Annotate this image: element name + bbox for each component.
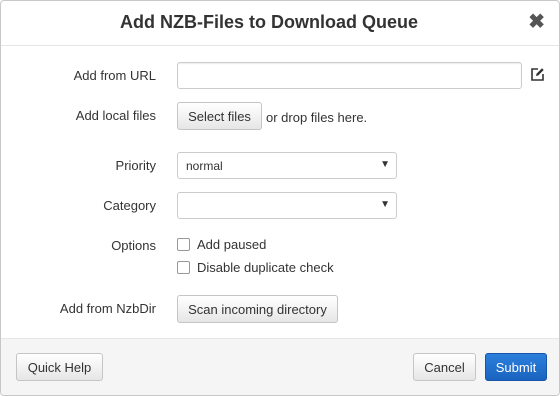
url-input[interactable]	[177, 62, 522, 89]
priority-value: normal	[186, 159, 223, 173]
category-select[interactable]: ▼	[177, 192, 397, 219]
disable-dup-label: Disable duplicate check	[197, 260, 334, 275]
priority-select[interactable]: normal ▼	[177, 152, 397, 179]
dialog-header: Add NZB-Files to Download Queue ✖	[1, 1, 559, 46]
scan-directory-button[interactable]: Scan incoming directory	[177, 295, 338, 323]
add-nzb-dialog: Add NZB-Files to Download Queue ✖ Add fr…	[0, 0, 560, 396]
disable-dup-checkbox[interactable]	[177, 261, 190, 274]
local-files-label: Add local files	[75, 108, 156, 123]
select-files-button[interactable]: Select files	[177, 102, 262, 130]
drop-hint: or drop files here.	[266, 110, 368, 125]
options-label: Options	[111, 238, 156, 253]
category-label: Category	[103, 198, 156, 213]
disable-dup-option[interactable]: Disable duplicate check	[177, 260, 334, 275]
dropdown-arrow-icon: ▼	[380, 199, 390, 210]
dropdown-arrow-icon: ▼	[380, 159, 390, 170]
edit-icon[interactable]	[530, 67, 545, 82]
submit-button[interactable]: Submit	[485, 353, 547, 381]
priority-label: Priority	[115, 158, 156, 173]
quick-help-button[interactable]: Quick Help	[16, 353, 103, 381]
url-label: Add from URL	[73, 68, 156, 83]
dialog-footer: Quick Help Cancel Submit	[1, 338, 559, 395]
close-icon[interactable]: ✖	[528, 12, 545, 32]
add-paused-option[interactable]: Add paused	[177, 237, 266, 252]
cancel-button[interactable]: Cancel	[413, 353, 476, 381]
nzbdir-label: Add from NzbDir	[59, 301, 156, 316]
add-paused-checkbox[interactable]	[177, 238, 190, 251]
add-paused-label: Add paused	[197, 237, 267, 252]
dialog-title: Add NZB-Files to Download Queue	[120, 12, 418, 32]
